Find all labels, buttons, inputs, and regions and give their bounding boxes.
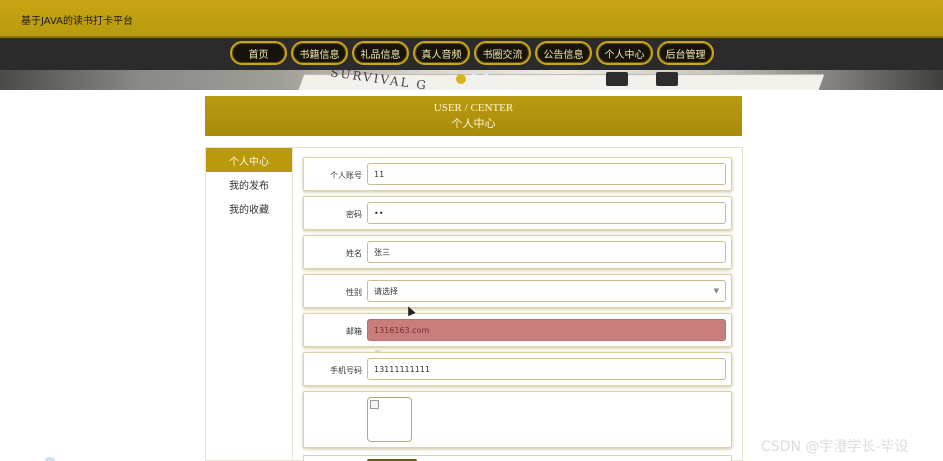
carousel-dot-2[interactable] [469,74,479,84]
chevron-down-icon: ▼ [713,287,719,295]
watermark: CSDN @宇澄学长-毕设 [761,439,909,455]
avatar-upload[interactable] [367,397,412,442]
email-label: 邮箱 [346,327,362,336]
form-row-email: 邮箱 1316163.com 账 [303,313,732,358]
sidebar-item-my-posts[interactable]: 我的发布 [206,172,292,196]
email-field[interactable]: 1316163.com [367,319,726,341]
page-title-en: USER / CENTER [433,102,514,114]
nav-item-gifts[interactable]: 礼品信息 [352,41,409,65]
corner-widget-icon [45,457,55,461]
nav-item-notices[interactable]: 公告信息 [535,41,592,65]
banner-object [656,72,678,86]
nav-item-home[interactable]: 首页 [230,41,287,65]
form-row-password: 密码 •• [303,196,732,230]
account-label: 个人账号 [330,171,362,180]
account-field[interactable]: 11 [367,163,726,185]
page-title-banner: USER / CENTER 个人中心 [205,96,742,136]
form-row-name: 姓名 张三 [303,235,732,269]
gender-select[interactable]: 请选择 ▼ [367,280,726,302]
gender-select-value: 请选择 [374,286,398,296]
nav-item-user-center[interactable]: 个人中心 [596,41,653,65]
carousel-dot-1[interactable] [456,74,466,84]
sidebar-item-my-favorites[interactable]: 我的收藏 [206,196,292,220]
sidebar: 个人中心 我的发布 我的收藏 [205,147,293,461]
form-row-gender: 性别 请选择 ▼ [303,274,732,308]
main-nav: 首页 书籍信息 礼品信息 真人音频 书圈交流 公告信息 个人中心 后台管理 [0,38,943,70]
nav-item-books[interactable]: 书籍信息 [291,41,348,65]
nav-item-admin[interactable]: 后台管理 [657,41,714,65]
carousel-dot-3[interactable] [481,74,491,84]
top-header-bar: 基于JAVA的读书打卡平台 [0,0,943,38]
form-row-account: 个人账号 11 [303,157,732,191]
sidebar-item-user-center[interactable]: 个人中心 [206,148,292,172]
site-title: 基于JAVA的读书打卡平台 [21,16,134,27]
broken-image-icon [370,400,379,409]
name-label: 姓名 [346,249,362,258]
gender-label: 性别 [346,288,362,297]
name-field[interactable]: 张三 [367,241,726,263]
password-label: 密码 [346,210,362,219]
phone-field[interactable]: 13111111111 [367,358,726,380]
form-row-phone: 手机号码 13111111111 [303,352,732,386]
phone-label: 手机号码 [330,366,362,375]
password-field[interactable]: •• [367,202,726,224]
page-title: 个人中心 [451,117,496,130]
nav-item-audio[interactable]: 真人音频 [413,41,470,65]
banner-object [606,72,628,86]
nav-item-book-circle[interactable]: 书圈交流 [474,41,531,65]
form-row-avatar [303,391,732,448]
